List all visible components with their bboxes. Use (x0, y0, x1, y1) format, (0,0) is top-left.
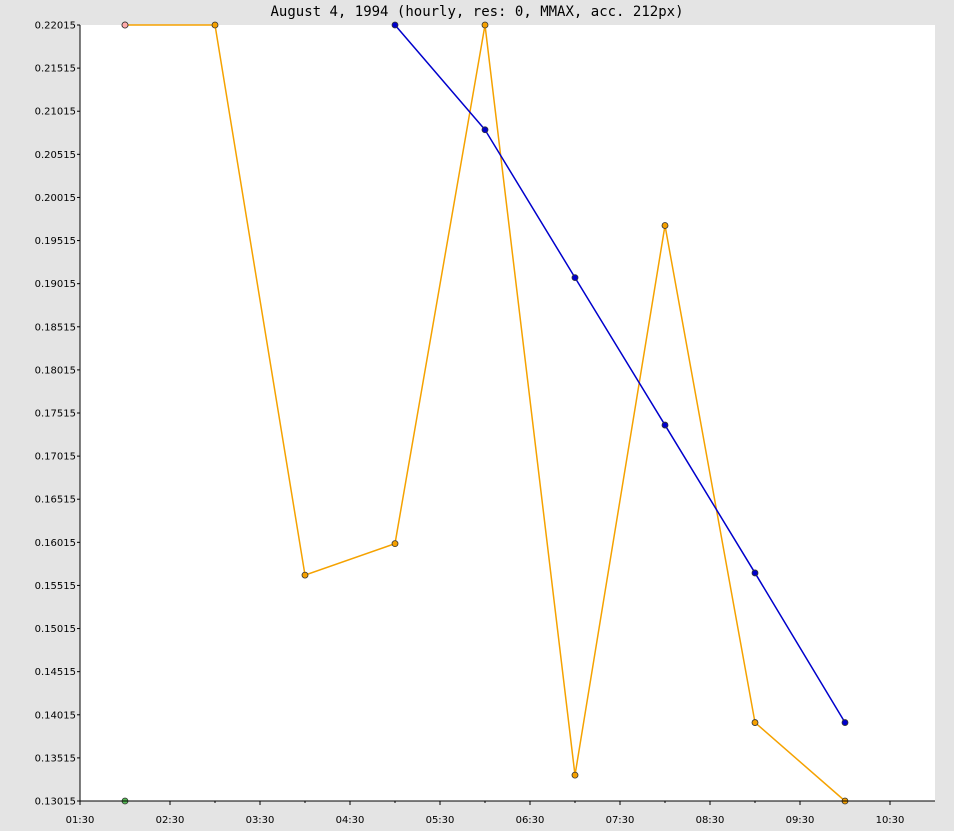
extra-point (121, 21, 129, 29)
y-tick-label: 0.21015 (35, 107, 76, 118)
y-tick-label: 0.16515 (35, 495, 76, 506)
y-tick-label: 0.15015 (35, 624, 76, 635)
y-tick-label: 0.19515 (35, 236, 76, 247)
y-tick-label: 0.13515 (35, 753, 76, 764)
series-point-0 (391, 540, 399, 548)
series-point-0 (751, 719, 759, 726)
series-point-0 (211, 21, 219, 29)
y-tick-label: 0.17515 (35, 409, 76, 420)
x-tick-label: 10:30 (876, 815, 905, 826)
chart: August 4, 1994 (hourly, res: 0, MMAX, ac… (0, 0, 954, 831)
series-point-1 (751, 569, 759, 577)
y-tick-label: 0.21515 (35, 64, 76, 75)
y-tick-label: 0.22015 (35, 21, 76, 32)
y-tick-label: 0.20515 (35, 150, 76, 161)
series-point-0 (301, 571, 309, 579)
x-tick-label: 04:30 (336, 815, 365, 826)
series-point-1 (571, 274, 579, 282)
y-tick-label: 0.14515 (35, 667, 76, 678)
y-tick-label: 0.18015 (35, 365, 76, 376)
x-tick-label: 01:30 (66, 815, 95, 826)
series-point-1 (481, 126, 489, 134)
x-tick-label: 07:30 (606, 815, 635, 826)
series-point-1 (391, 21, 399, 29)
series-point-1 (661, 421, 669, 429)
y-tick-label: 0.13015 (35, 797, 76, 808)
x-tick-label: 06:30 (516, 815, 545, 826)
x-tick-label: 03:30 (246, 815, 275, 826)
x-tick-label: 02:30 (156, 815, 185, 826)
y-tick-label: 0.19015 (35, 279, 76, 290)
x-tick-label: 09:30 (786, 815, 815, 826)
series-point-0 (481, 21, 489, 29)
y-tick-label: 0.17015 (35, 452, 76, 463)
plot-area: 0.13015 0.13515 0.14015 0.14515 0.15015 0.155… (35, 21, 935, 826)
series-point-0 (661, 222, 669, 229)
y-tick-label: 0.16015 (35, 538, 76, 549)
y-tick-label: 0.15515 (35, 581, 76, 592)
plot-background (80, 25, 935, 801)
x-tick-label: 05:30 (426, 815, 455, 826)
x-tick-label: 08:30 (696, 815, 725, 826)
y-tick-label: 0.18515 (35, 322, 76, 333)
y-tick-label: 0.14015 (35, 710, 76, 721)
y-tick-label: 0.20015 (35, 193, 76, 204)
series-point-1 (841, 719, 849, 726)
series-point-0 (571, 771, 579, 779)
